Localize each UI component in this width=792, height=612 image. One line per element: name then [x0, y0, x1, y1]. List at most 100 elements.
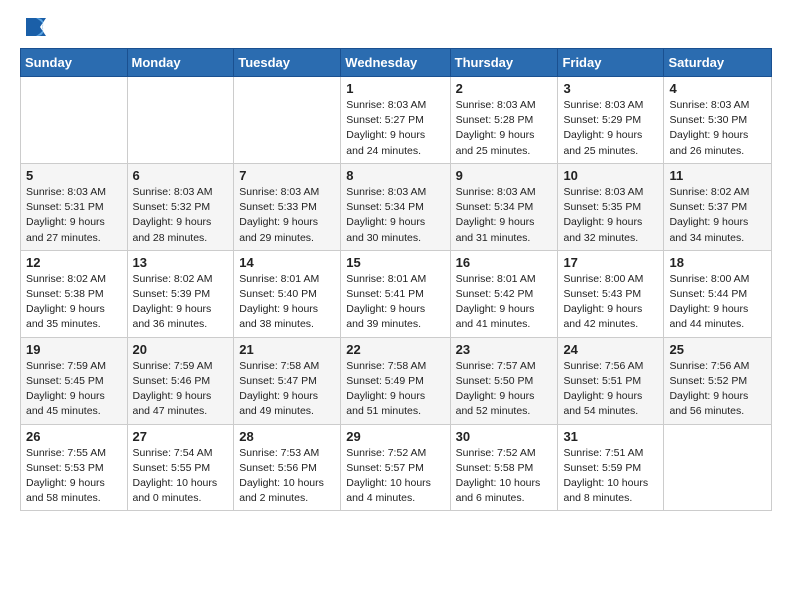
day-number: 23 [456, 342, 553, 357]
calendar-cell: 20Sunrise: 7:59 AM Sunset: 5:46 PM Dayli… [127, 337, 234, 424]
day-number: 8 [346, 168, 444, 183]
day-number: 7 [239, 168, 335, 183]
weekday-header-sunday: Sunday [21, 49, 128, 77]
calendar-cell: 22 Sunrise: 7:58 AM Sunset: 5:49 PM Dayli… [341, 337, 450, 424]
calendar-cell: 24 Sunrise: 7:56 AM Sunset: 5:51 PM Dayli… [558, 337, 664, 424]
day-number: 4 [669, 81, 766, 96]
calendar-cell: 31 Sunrise: 7:51 AM Sunset: 5:59 PM Dayli… [558, 424, 664, 511]
day-info: Sunrise: 8:02 AM Sunset: 5:38 PM Dayligh… [26, 272, 122, 333]
calendar: SundayMondayTuesdayWednesdayThursdayFrid… [20, 48, 772, 511]
day-info: Sunrise: 7:57 AM Sunset: 5:50 PM Dayligh… [456, 359, 553, 420]
day-number: 12 [26, 255, 122, 270]
day-info: Sunrise: 8:03 AM Sunset: 5:31 PM Dayligh… [26, 185, 122, 246]
calendar-cell: 28Sunrise: 7:53 AM Sunset: 5:56 PM Dayli… [234, 424, 341, 511]
weekday-header-friday: Friday [558, 49, 664, 77]
calendar-cell: 9 Sunrise: 8:03 AM Sunset: 5:34 PM Daylig… [450, 163, 558, 250]
calendar-cell: 19 Sunrise: 7:59 AM Sunset: 5:45 PM Dayli… [21, 337, 128, 424]
page: SundayMondayTuesdayWednesdayThursdayFrid… [0, 0, 792, 527]
day-number: 6 [133, 168, 229, 183]
day-number: 9 [456, 168, 553, 183]
calendar-cell [234, 77, 341, 164]
day-number: 29 [346, 429, 444, 444]
day-info: Sunrise: 8:03 AM Sunset: 5:30 PM Dayligh… [669, 98, 766, 159]
day-info: Sunrise: 8:03 AM Sunset: 5:32 PM Dayligh… [133, 185, 229, 246]
calendar-cell [21, 77, 128, 164]
calendar-cell: 13Sunrise: 8:02 AM Sunset: 5:39 PM Dayli… [127, 250, 234, 337]
day-info: Sunrise: 8:03 AM Sunset: 5:27 PM Dayligh… [346, 98, 444, 159]
day-info: Sunrise: 7:55 AM Sunset: 5:53 PM Dayligh… [26, 446, 122, 507]
calendar-cell: 7 Sunrise: 8:03 AM Sunset: 5:33 PM Daylig… [234, 163, 341, 250]
logo-flag-icon [22, 16, 50, 38]
day-number: 14 [239, 255, 335, 270]
calendar-cell: 10 Sunrise: 8:03 AM Sunset: 5:35 PM Dayli… [558, 163, 664, 250]
day-info: Sunrise: 8:00 AM Sunset: 5:43 PM Dayligh… [563, 272, 658, 333]
calendar-week-row: 12 Sunrise: 8:02 AM Sunset: 5:38 PM Dayli… [21, 250, 772, 337]
logo-text [20, 16, 50, 38]
calendar-cell: 12 Sunrise: 8:02 AM Sunset: 5:38 PM Dayli… [21, 250, 128, 337]
day-number: 5 [26, 168, 122, 183]
day-info: Sunrise: 8:02 AM Sunset: 5:37 PM Dayligh… [669, 185, 766, 246]
day-number: 18 [669, 255, 766, 270]
calendar-week-row: 19 Sunrise: 7:59 AM Sunset: 5:45 PM Dayli… [21, 337, 772, 424]
calendar-cell: 26 Sunrise: 7:55 AM Sunset: 5:53 PM Dayli… [21, 424, 128, 511]
day-number: 25 [669, 342, 766, 357]
weekday-header-saturday: Saturday [664, 49, 772, 77]
day-info: Sunrise: 8:03 AM Sunset: 5:34 PM Dayligh… [456, 185, 553, 246]
day-number: 31 [563, 429, 658, 444]
day-info: Sunrise: 7:56 AM Sunset: 5:51 PM Dayligh… [563, 359, 658, 420]
day-info: Sunrise: 7:54 AM Sunset: 5:55 PM Dayligh… [133, 446, 229, 507]
weekday-header-tuesday: Tuesday [234, 49, 341, 77]
calendar-cell: 15Sunrise: 8:01 AM Sunset: 5:41 PM Dayli… [341, 250, 450, 337]
header [20, 16, 772, 38]
calendar-week-row: 26 Sunrise: 7:55 AM Sunset: 5:53 PM Dayli… [21, 424, 772, 511]
calendar-cell [664, 424, 772, 511]
calendar-cell: 23 Sunrise: 7:57 AM Sunset: 5:50 PM Dayli… [450, 337, 558, 424]
day-info: Sunrise: 8:03 AM Sunset: 5:35 PM Dayligh… [563, 185, 658, 246]
day-info: Sunrise: 7:59 AM Sunset: 5:45 PM Dayligh… [26, 359, 122, 420]
day-number: 2 [456, 81, 553, 96]
day-info: Sunrise: 8:00 AM Sunset: 5:44 PM Dayligh… [669, 272, 766, 333]
day-number: 3 [563, 81, 658, 96]
day-info: Sunrise: 8:03 AM Sunset: 5:33 PM Dayligh… [239, 185, 335, 246]
day-info: Sunrise: 8:01 AM Sunset: 5:42 PM Dayligh… [456, 272, 553, 333]
day-number: 10 [563, 168, 658, 183]
day-info: Sunrise: 7:58 AM Sunset: 5:49 PM Dayligh… [346, 359, 444, 420]
calendar-cell: 30Sunrise: 7:52 AM Sunset: 5:58 PM Dayli… [450, 424, 558, 511]
day-info: Sunrise: 8:03 AM Sunset: 5:29 PM Dayligh… [563, 98, 658, 159]
weekday-header-wednesday: Wednesday [341, 49, 450, 77]
calendar-cell: 2Sunrise: 8:03 AM Sunset: 5:28 PM Daylig… [450, 77, 558, 164]
day-number: 17 [563, 255, 658, 270]
calendar-cell: 1 Sunrise: 8:03 AM Sunset: 5:27 PM Daylig… [341, 77, 450, 164]
day-info: Sunrise: 8:02 AM Sunset: 5:39 PM Dayligh… [133, 272, 229, 333]
calendar-cell: 17 Sunrise: 8:00 AM Sunset: 5:43 PM Dayli… [558, 250, 664, 337]
day-number: 15 [346, 255, 444, 270]
calendar-cell: 6 Sunrise: 8:03 AM Sunset: 5:32 PM Daylig… [127, 163, 234, 250]
calendar-cell: 29Sunrise: 7:52 AM Sunset: 5:57 PM Dayli… [341, 424, 450, 511]
calendar-cell: 4 Sunrise: 8:03 AM Sunset: 5:30 PM Daylig… [664, 77, 772, 164]
day-number: 24 [563, 342, 658, 357]
calendar-cell: 11 Sunrise: 8:02 AM Sunset: 5:37 PM Dayli… [664, 163, 772, 250]
calendar-cell: 25 Sunrise: 7:56 AM Sunset: 5:52 PM Dayli… [664, 337, 772, 424]
calendar-cell: 8Sunrise: 8:03 AM Sunset: 5:34 PM Daylig… [341, 163, 450, 250]
day-info: Sunrise: 7:52 AM Sunset: 5:58 PM Dayligh… [456, 446, 553, 507]
weekday-header-monday: Monday [127, 49, 234, 77]
day-info: Sunrise: 7:56 AM Sunset: 5:52 PM Dayligh… [669, 359, 766, 420]
day-info: Sunrise: 7:51 AM Sunset: 5:59 PM Dayligh… [563, 446, 658, 507]
day-number: 22 [346, 342, 444, 357]
calendar-cell: 3 Sunrise: 8:03 AM Sunset: 5:29 PM Daylig… [558, 77, 664, 164]
calendar-week-row: 1 Sunrise: 8:03 AM Sunset: 5:27 PM Daylig… [21, 77, 772, 164]
day-number: 26 [26, 429, 122, 444]
weekday-header-thursday: Thursday [450, 49, 558, 77]
day-number: 11 [669, 168, 766, 183]
day-number: 20 [133, 342, 229, 357]
calendar-cell: 5 Sunrise: 8:03 AM Sunset: 5:31 PM Daylig… [21, 163, 128, 250]
calendar-cell: 27 Sunrise: 7:54 AM Sunset: 5:55 PM Dayli… [127, 424, 234, 511]
day-number: 27 [133, 429, 229, 444]
calendar-cell: 18 Sunrise: 8:00 AM Sunset: 5:44 PM Dayli… [664, 250, 772, 337]
day-info: Sunrise: 8:01 AM Sunset: 5:40 PM Dayligh… [239, 272, 335, 333]
calendar-cell: 14 Sunrise: 8:01 AM Sunset: 5:40 PM Dayli… [234, 250, 341, 337]
day-number: 19 [26, 342, 122, 357]
logo [20, 16, 50, 38]
day-number: 1 [346, 81, 444, 96]
calendar-cell: 16Sunrise: 8:01 AM Sunset: 5:42 PM Dayli… [450, 250, 558, 337]
